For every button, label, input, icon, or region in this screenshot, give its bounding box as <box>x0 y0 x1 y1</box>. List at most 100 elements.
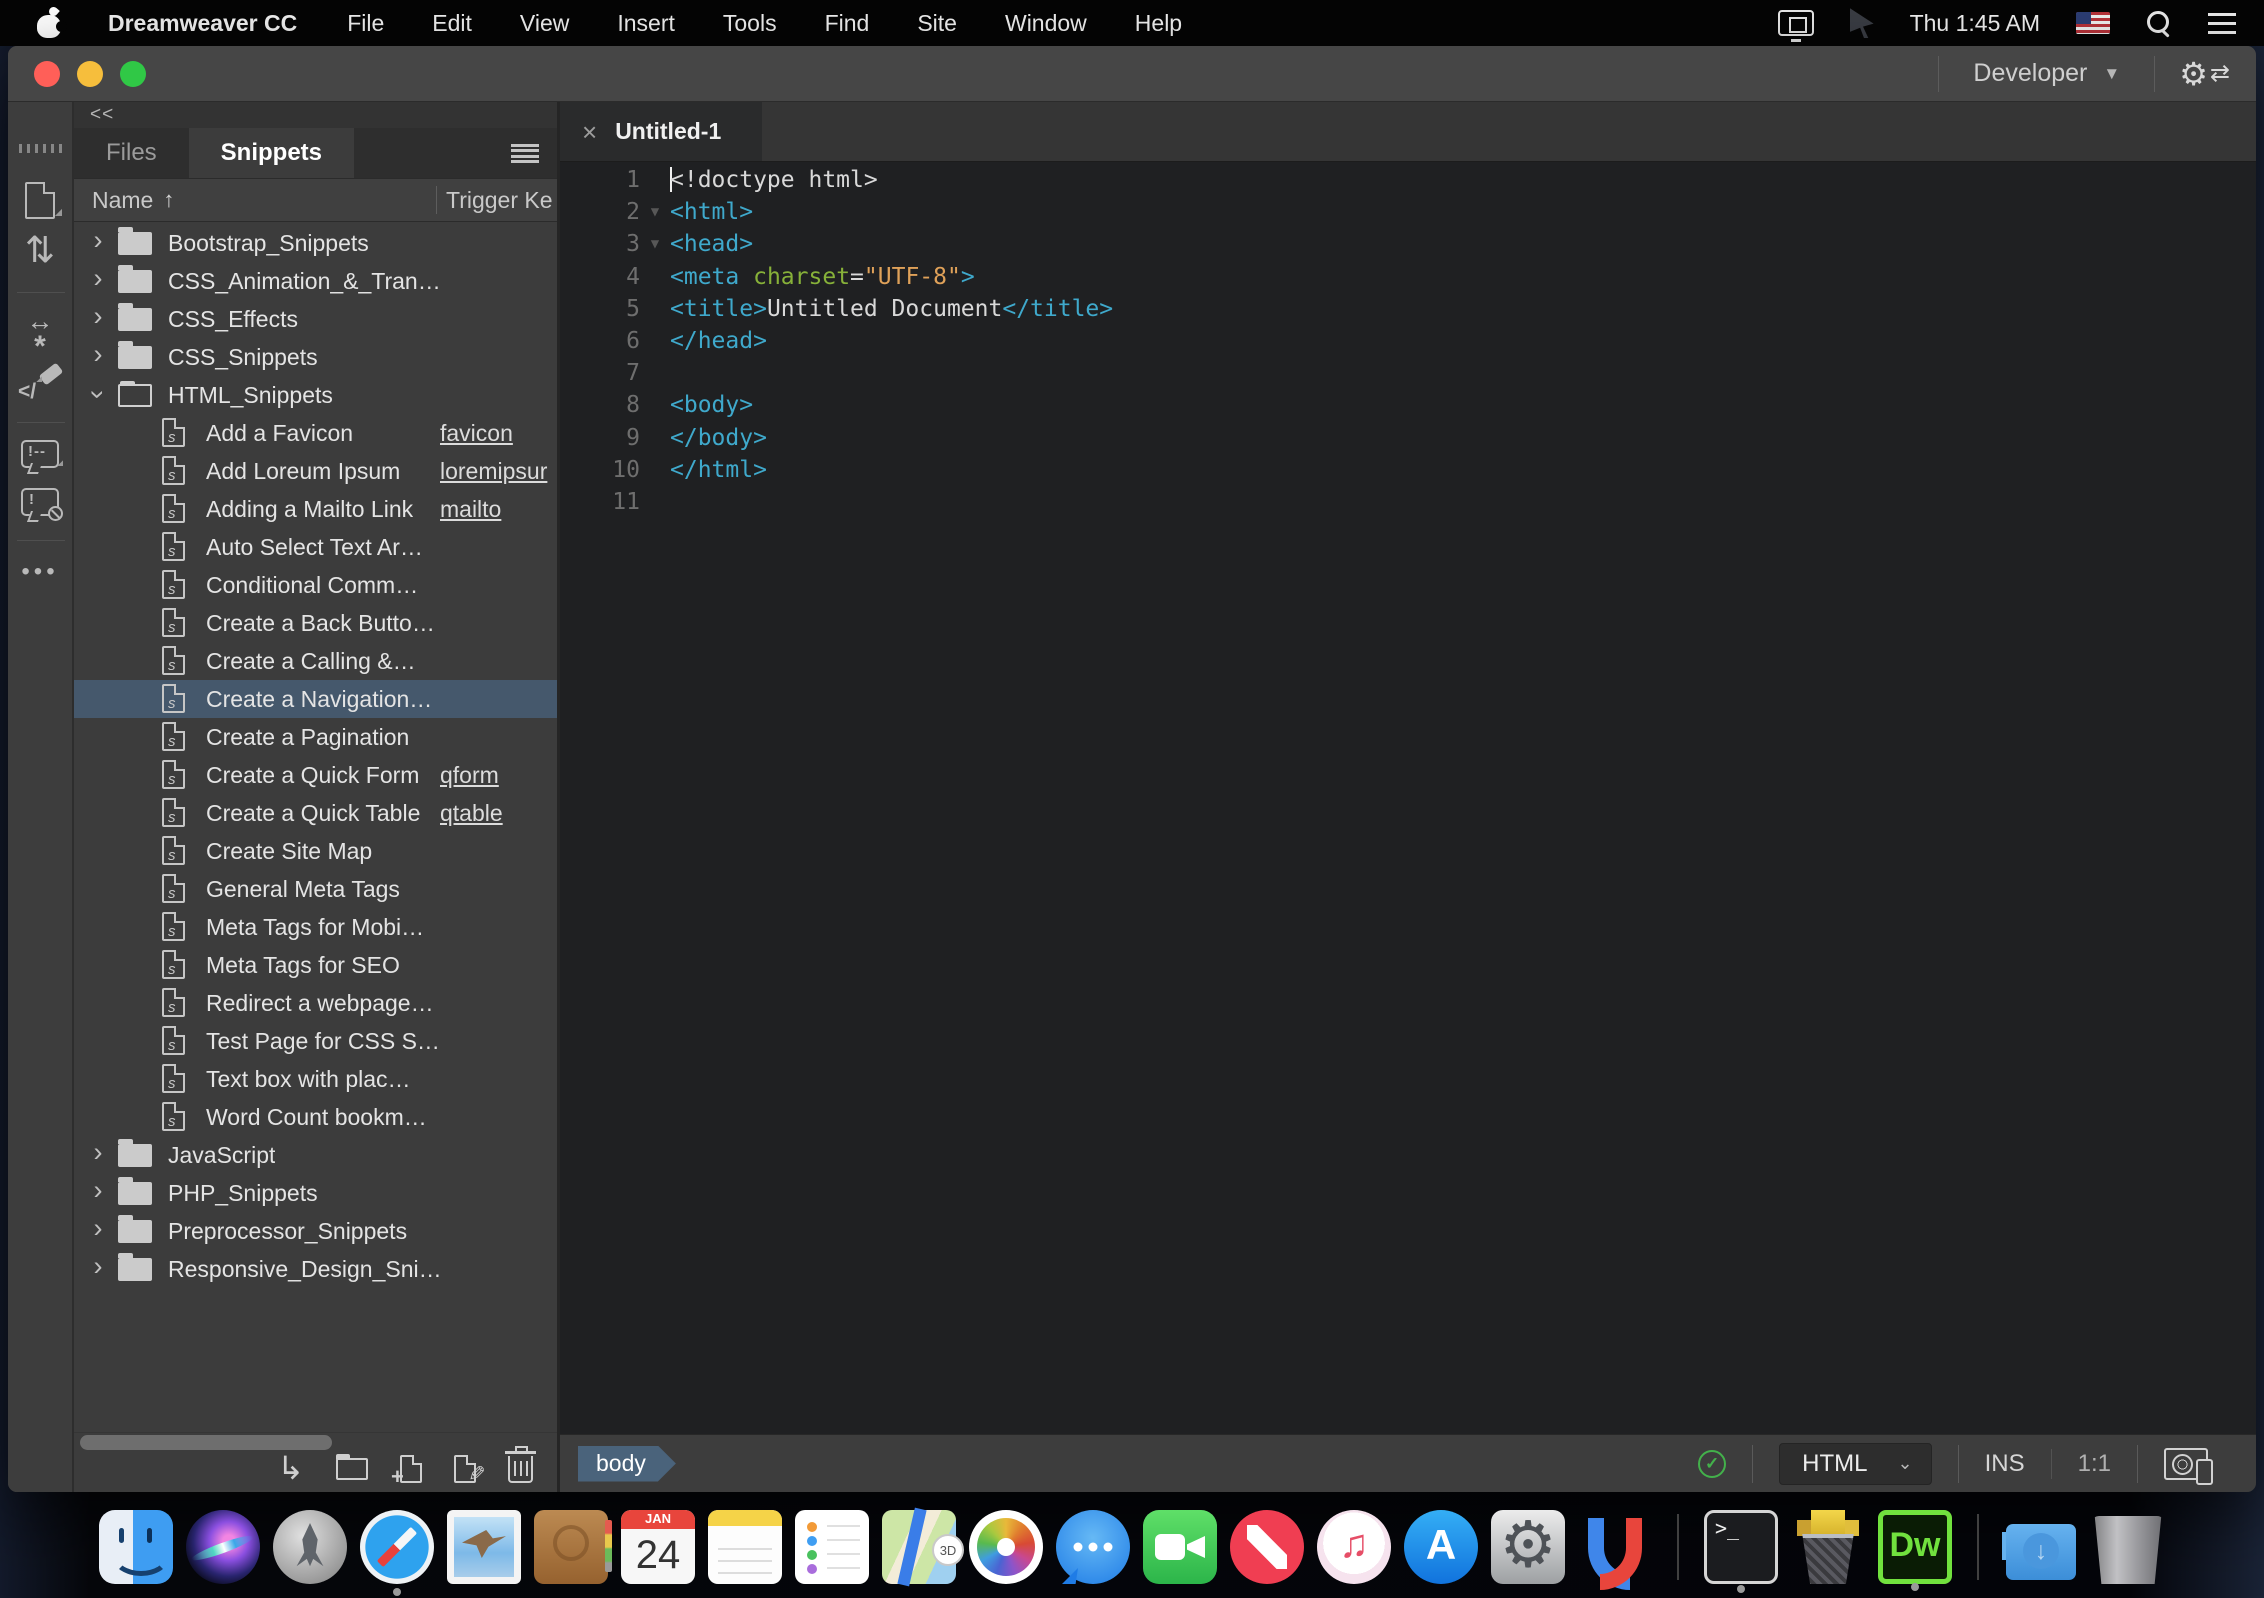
menu-view[interactable]: View <box>520 10 569 37</box>
app-store-icon[interactable] <box>1404 1510 1478 1584</box>
menu-tools[interactable]: Tools <box>723 10 777 37</box>
extend-wrap-icon[interactable]: ↔ * <box>27 308 54 362</box>
snippet-row[interactable]: › Redirect a webpage… <box>74 984 557 1022</box>
safari-icon[interactable] <box>360 1510 434 1596</box>
code-line[interactable]: 8 <body> <box>560 389 2256 421</box>
minimize-window-button[interactable] <box>77 60 103 87</box>
menu-site[interactable]: Site <box>917 10 957 37</box>
snippet-row[interactable]: › CSS_Animation_&_Tran… <box>74 262 557 300</box>
column-header-name[interactable]: Name ↑ <box>74 187 174 214</box>
tab-snippets[interactable]: Snippets <box>188 128 355 178</box>
code-line[interactable]: 1 <!doctype html> <box>560 164 2256 196</box>
panel-collapse-button[interactable]: << <box>74 102 557 128</box>
disclosure-icon[interactable]: › <box>88 265 108 292</box>
reminders-icon[interactable] <box>795 1510 869 1584</box>
close-window-button[interactable] <box>34 60 60 87</box>
fold-arrow-icon[interactable] <box>640 486 670 518</box>
fold-arrow-icon[interactable] <box>640 357 670 389</box>
finder-icon[interactable] <box>99 1510 173 1584</box>
remove-comment-icon[interactable]: ! <box>21 488 63 521</box>
new-document-icon[interactable] <box>25 182 55 219</box>
snippet-row[interactable]: › CSS_Effects <box>74 300 557 338</box>
snippet-row[interactable]: › HTML_Snippets <box>74 376 557 414</box>
news-icon[interactable] <box>1230 1510 1304 1584</box>
horizontal-scrollbar-thumb[interactable] <box>80 1435 332 1450</box>
disclosure-icon[interactable]: › <box>88 227 108 254</box>
magnet-icon[interactable] <box>1578 1510 1652 1590</box>
snippet-row[interactable]: › Create a Quick Form qform <box>74 756 557 794</box>
code-line[interactable]: 2 ▼ <html> <box>560 196 2256 228</box>
disclosure-icon[interactable]: › <box>88 1253 108 1280</box>
snippet-row[interactable]: › CSS_Snippets <box>74 338 557 376</box>
insert-snippet-icon[interactable]: ↳ <box>277 1452 304 1484</box>
panel-menu-icon[interactable] <box>511 143 539 163</box>
snippet-row[interactable]: › Test Page for CSS S… <box>74 1022 557 1060</box>
fold-arrow-icon[interactable] <box>640 454 670 486</box>
snippet-row[interactable]: › Create a Navigation… <box>74 680 557 718</box>
code-line[interactable]: 7 <box>560 357 2256 389</box>
notification-center-icon[interactable] <box>2208 12 2236 34</box>
sync-settings-button[interactable]: ⚙ ⇄ <box>2179 58 2230 90</box>
fold-arrow-icon[interactable] <box>640 293 670 325</box>
app-menu-title[interactable]: Dreamweaver CC <box>108 10 297 37</box>
terminal-icon[interactable]: >_ <box>1704 1510 1778 1593</box>
tag-selector-body[interactable]: body <box>578 1446 676 1482</box>
edit-snippet-icon[interactable]: ✎ <box>454 1455 486 1486</box>
snippet-row[interactable]: › Word Count bookm… <box>74 1098 557 1136</box>
toolbar-grip-icon[interactable] <box>19 144 63 153</box>
snippet-row[interactable]: › Preprocessor_Snippets <box>74 1212 557 1250</box>
system-preferences-icon[interactable] <box>1491 1510 1565 1584</box>
snippet-row[interactable]: › Bootstrap_Snippets <box>74 224 557 262</box>
fold-arrow-icon[interactable]: ▼ <box>640 228 670 260</box>
snippet-row[interactable]: › Text box with plac… <box>74 1060 557 1098</box>
lint-ok-icon[interactable]: ✓ <box>1698 1449 1727 1478</box>
downloads-icon[interactable] <box>2004 1510 2078 1584</box>
snippet-row[interactable]: › Adding a Mailto Link mailto <box>74 490 557 528</box>
snippet-row[interactable]: › Create a Calling &… <box>74 642 557 680</box>
more-options-icon[interactable]: ••• <box>21 558 58 586</box>
column-divider[interactable] <box>436 186 437 214</box>
messages-icon[interactable] <box>1056 1510 1130 1584</box>
menu-bar-clock[interactable]: Thu 1:45 AM <box>1910 10 2040 37</box>
snippet-row[interactable]: › Auto Select Text Ar… <box>74 528 557 566</box>
menu-file[interactable]: File <box>347 10 384 37</box>
notes-icon[interactable] <box>708 1510 782 1584</box>
apple-menu-icon[interactable] <box>36 8 67 38</box>
stuffit-icon[interactable] <box>1791 1510 1865 1584</box>
tab-files[interactable]: Files <box>74 128 189 178</box>
snippet-row[interactable]: › Meta Tags for Mobi… <box>74 908 557 946</box>
disclosure-icon[interactable]: › <box>88 1215 108 1242</box>
disclosure-icon[interactable]: › <box>88 341 108 368</box>
snippet-row[interactable]: › Create a Back Butto… <box>74 604 557 642</box>
launchpad-icon[interactable] <box>273 1510 347 1584</box>
workspace-switcher[interactable]: Developer ▼ <box>1963 59 2130 88</box>
contacts-icon[interactable] <box>534 1510 612 1584</box>
code-format-icon[interactable]: </ <box>18 362 64 404</box>
delete-snippet-icon[interactable] <box>505 1445 536 1483</box>
menu-help[interactable]: Help <box>1135 10 1182 37</box>
code-line[interactable]: 11 <box>560 486 2256 518</box>
fold-arrow-icon[interactable] <box>640 389 670 421</box>
pointer-icon[interactable] <box>1849 8 1874 38</box>
snippet-row[interactable]: › Create a Quick Table qtable <box>74 794 557 832</box>
snippet-row[interactable]: › Add a Favicon favicon <box>74 414 557 452</box>
file-updown-icon[interactable]: ⇅ <box>25 232 55 268</box>
menu-window[interactable]: Window <box>1005 10 1087 37</box>
fold-arrow-icon[interactable]: ▼ <box>640 196 670 228</box>
menu-find[interactable]: Find <box>825 10 870 37</box>
window-titlebar[interactable]: Developer ▼ ⚙ ⇄ <box>8 46 2256 102</box>
maps-icon[interactable]: 3D <box>882 1510 964 1584</box>
new-folder-icon[interactable] <box>336 1454 368 1480</box>
input-source-us-flag-icon[interactable] <box>2076 12 2110 34</box>
menu-insert[interactable]: Insert <box>617 10 675 37</box>
insert-mode-indicator[interactable]: INS <box>1985 1450 2025 1478</box>
disclosure-icon[interactable]: › <box>88 303 108 330</box>
disclosure-icon[interactable]: › <box>88 1139 108 1166</box>
fold-arrow-icon[interactable] <box>640 261 670 293</box>
menu-edit[interactable]: Edit <box>432 10 472 37</box>
display-mirroring-icon[interactable] <box>1777 10 1814 42</box>
apply-comment-icon[interactable]: !-- <box>21 440 59 468</box>
spotlight-search-icon[interactable] <box>2146 10 2172 36</box>
doctype-select[interactable]: HTML ⌄ <box>1779 1442 1932 1485</box>
code-line[interactable]: 9 </body> <box>560 422 2256 454</box>
